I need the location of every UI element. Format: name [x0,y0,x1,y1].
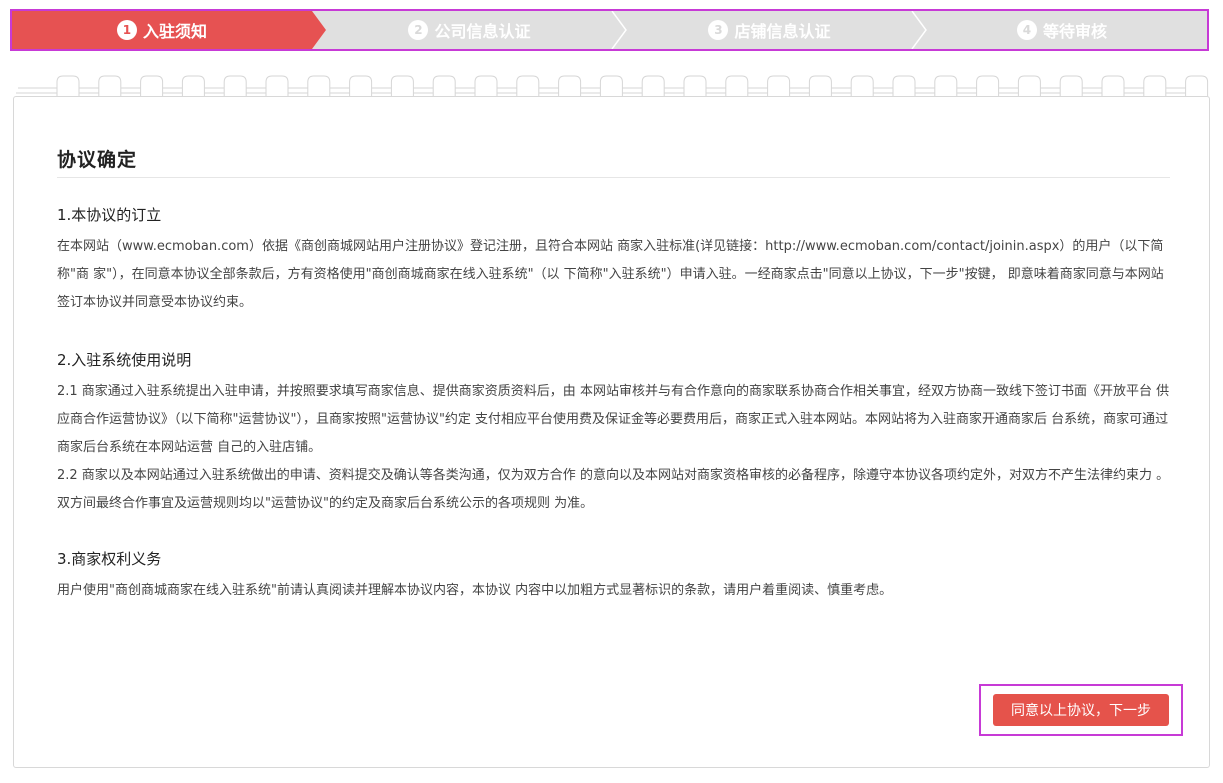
binder-ring [349,75,373,99]
binder-ring [725,75,749,99]
binder-ring [641,75,665,99]
binder-ring [223,75,247,99]
step-number-badge: 2 [408,20,429,40]
binder-ring [558,75,582,99]
binder-ring [976,75,1000,99]
step-number-badge: 3 [708,20,729,40]
binder-ring [683,75,707,99]
agreement-section-3: 3.商家权利义务 用户使用"商创商城商家在线入驻系统"前请认真阅读并理解本协议内… [57,549,1172,605]
binder-ring [850,75,874,99]
title-divider [57,177,1170,178]
binder-ring [934,75,958,99]
binder-ring [808,75,832,99]
binder-ring [474,75,498,99]
step-label: 店铺信息认证 [734,22,831,41]
binder-ring [1185,75,1209,99]
step-progress-bar: 1 入驻须知 2 公司信息认证 3 店铺信息认证 4 等待审核 [10,9,1209,51]
binder-ring [767,75,791,99]
section-heading: 2.入驻系统使用说明 [57,351,192,369]
step-2: 2 公司信息认证 [317,11,622,49]
binder-ring [1101,75,1125,99]
step-label: 公司信息认证 [434,22,531,41]
binder-ring [599,75,623,99]
binder-ring [181,75,205,99]
agree-button-highlight: 同意以上协议，下一步 [979,684,1183,736]
section-paragraph: 2.1 商家通过入驻系统提出入驻申请，并按照要求填写商家信息、提供商家资质资料后… [57,384,1170,455]
section-paragraph: 用户使用"商创商城商家在线入驻系统"前请认真阅读并理解本协议内容，本协议 内容中… [57,583,893,598]
agree-next-button[interactable]: 同意以上协议，下一步 [993,694,1169,726]
binder-ring [56,75,80,99]
section-heading: 1.本协议的订立 [57,206,162,224]
agreement-section-1: 1.本协议的订立 在本网站（www.ecmoban.com）依据《商创商城网站用… [57,205,1172,317]
section-paragraph: 在本网站（www.ecmoban.com）依据《商创商城网站用户注册协议》登记注… [57,239,1164,310]
step-1: 1 入驻须知 [12,11,312,49]
binder-ring [892,75,916,99]
binder-ring [98,75,122,99]
step-3: 3 店铺信息认证 [617,11,922,49]
step-number-badge: 4 [1016,20,1037,40]
page-title: 协议确定 [57,149,138,171]
binder-ring [1059,75,1083,99]
step-label: 等待审核 [1042,22,1107,41]
step-number-badge: 1 [116,20,137,40]
binder-ring [307,75,331,99]
binder-ring [265,75,289,99]
agreement-section-2: 2.入驻系统使用说明 2.1 商家通过入驻系统提出入驻申请，并按照要求填写商家信… [57,350,1172,518]
binder-ring [516,75,540,99]
step-label: 入驻须知 [142,22,207,41]
binder-ring [140,75,164,99]
binder-ring [1143,75,1167,99]
binder-ring [1017,75,1041,99]
section-paragraph: 2.2 商家以及本网站通过入驻系统做出的申请、资料提交及确认等各类沟通，仅为双方… [57,468,1170,511]
binder-ring [432,75,456,99]
section-heading: 3.商家权利义务 [57,550,162,568]
binder-ring [390,75,414,99]
step-4: 4 等待审核 [917,11,1207,49]
